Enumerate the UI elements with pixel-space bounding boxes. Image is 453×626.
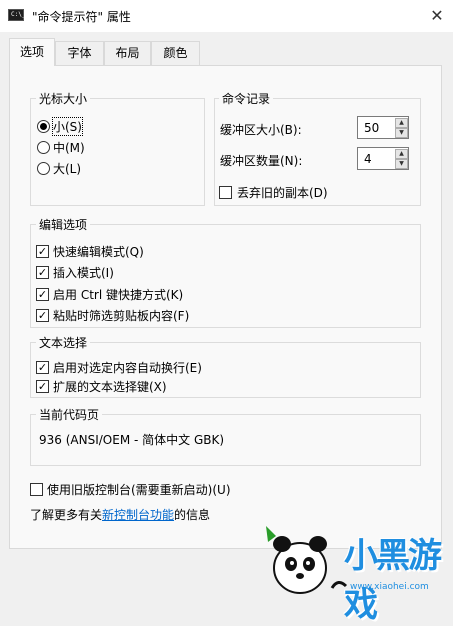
close-button[interactable]: ✕: [421, 0, 453, 32]
code-page-legend: 当前代码页: [36, 406, 103, 423]
radio-selected-dot: [40, 123, 47, 130]
radio-medium[interactable]: [37, 141, 50, 154]
radio-small-label[interactable]: 小(S): [52, 117, 83, 136]
buffer-size-value[interactable]: 50: [364, 121, 379, 135]
learn-more-suffix: 的信息: [174, 508, 211, 522]
filter-paste-checkbox[interactable]: ✓: [36, 309, 49, 322]
text-selection-legend: 文本选择: [36, 334, 91, 351]
buffer-count-label: 缓冲区数量(N):: [220, 154, 303, 168]
buffer-size-spinner[interactable]: 50 ▲ ▼: [357, 116, 409, 139]
spinner-down-icon[interactable]: ▼: [395, 128, 408, 138]
quick-edit-label[interactable]: 快速编辑模式(Q): [53, 243, 144, 260]
tab-layout[interactable]: 布局: [104, 41, 151, 65]
cursor-size-legend: 光标大小: [36, 90, 91, 107]
ctrl-shortcuts-checkbox[interactable]: ✓: [36, 288, 49, 301]
tab-options[interactable]: 选项: [9, 38, 55, 66]
insert-mode-checkbox[interactable]: ✓: [36, 266, 49, 279]
extended-selection-keys-checkbox[interactable]: ✓: [36, 380, 49, 393]
new-console-features-link[interactable]: 新控制台功能: [102, 508, 174, 522]
discard-old-checkbox[interactable]: [219, 186, 232, 199]
radio-medium-label[interactable]: 中(M): [53, 139, 85, 156]
spinner-down-icon[interactable]: ▼: [395, 159, 408, 169]
spinner-up-icon[interactable]: ▲: [395, 149, 408, 159]
filter-paste-label[interactable]: 粘贴时筛选剪贴板内容(F): [53, 307, 189, 324]
radio-large[interactable]: [37, 162, 50, 175]
legacy-console-checkbox[interactable]: [30, 483, 43, 496]
spinner-up-icon[interactable]: ▲: [395, 118, 408, 128]
edit-options-legend: 编辑选项: [36, 216, 91, 233]
extended-selection-keys-label[interactable]: 扩展的文本选择键(X): [53, 378, 167, 395]
watermark-url: www.xiaohei.com: [350, 582, 429, 592]
line-wrap-selection-checkbox[interactable]: ✓: [36, 361, 49, 374]
quick-edit-checkbox[interactable]: ✓: [36, 245, 49, 258]
command-history-legend: 命令记录: [219, 90, 274, 107]
code-page-value: 936 (ANSI/OEM - 简体中文 GBK): [39, 433, 225, 447]
radio-large-label[interactable]: 大(L): [53, 160, 81, 177]
title-bar: C:\_ "命令提示符" 属性 ✕: [0, 0, 453, 32]
radio-small[interactable]: [37, 120, 50, 133]
buffer-count-spinner[interactable]: 4 ▲ ▼: [357, 147, 409, 170]
legacy-console-label[interactable]: 使用旧版控制台(需要重新启动)(U): [47, 481, 231, 498]
discard-old-label[interactable]: 丢弃旧的副本(D): [237, 184, 328, 201]
buffer-size-label: 缓冲区大小(B):: [220, 123, 302, 137]
learn-more-prefix: 了解更多有关: [30, 508, 103, 522]
watermark-brand: 小黑游戏: [344, 536, 442, 625]
window-title: "命令提示符" 属性: [32, 10, 131, 24]
buffer-count-value[interactable]: 4: [364, 152, 372, 166]
console-app-icon: C:\_: [8, 9, 25, 21]
watermark: 小黑游戏 www.xiaohei.com: [262, 522, 453, 625]
learn-more-text: 了解更多有关新控制台功能的信息: [30, 506, 210, 523]
line-wrap-selection-label[interactable]: 启用对选定内容自动换行(E): [53, 359, 202, 376]
ctrl-shortcuts-label[interactable]: 启用 Ctrl 键快捷方式(K): [53, 286, 183, 303]
tab-colors[interactable]: 颜色: [151, 41, 200, 65]
tab-font[interactable]: 字体: [55, 41, 104, 65]
insert-mode-label[interactable]: 插入模式(I): [53, 264, 114, 281]
